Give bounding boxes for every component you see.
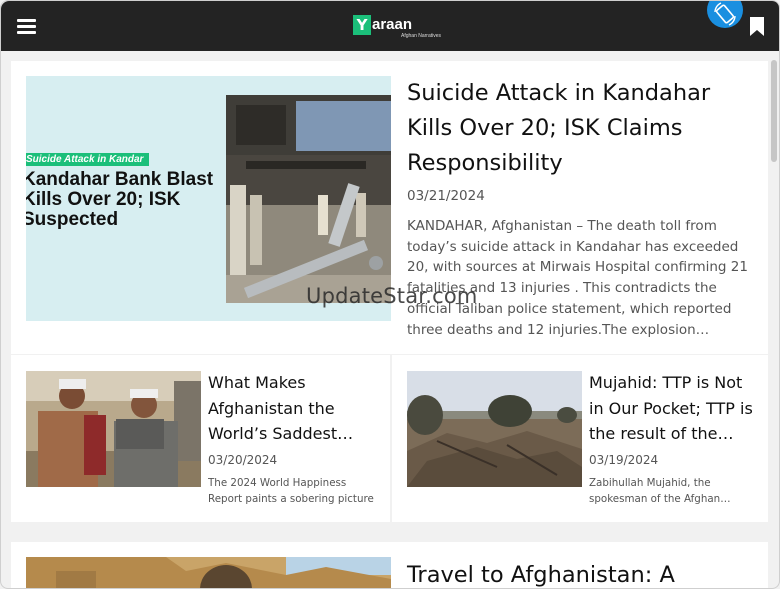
featured-article-excerpt: KANDAHAR, Afghanistan – The death toll f… [407, 218, 748, 338]
two-boys-photo [26, 371, 201, 487]
logo-tagline: Afghan Narratives [401, 33, 442, 39]
article-card-date: 03/20/2024 [208, 453, 278, 467]
page: Y araan Afghan Narratives Suicide Attack… [0, 0, 780, 589]
logo-wordmark: araan [372, 16, 413, 33]
article-card-excerpt: The 2024 World Happiness Report paints a… [208, 477, 374, 505]
bank-blast-photo [226, 95, 391, 303]
featured-article[interactable]: Travel to Afghanistan: A [11, 542, 768, 588]
article-card-excerpt: Zabihullah Mujahid, the spokesman of the… [589, 477, 731, 505]
watermark-text: UpdateStar.com [306, 284, 478, 308]
image-headline: Kandahar Bank Blast Kills Over 20; ISK S… [26, 169, 214, 230]
article-card[interactable]: What Makes Afghanistan the World’s Sadde… [11, 355, 390, 522]
screen-rotate-button[interactable] [707, 1, 743, 28]
bookmark-icon[interactable] [749, 17, 765, 40]
screen-rotate-icon [714, 2, 736, 26]
scrollbar[interactable] [769, 57, 779, 587]
featured-article-date: 03/21/2024 [407, 188, 485, 204]
featured-article-image[interactable] [26, 557, 391, 588]
cliffs-photo [26, 557, 391, 588]
article-card-image[interactable] [26, 371, 201, 487]
destroyed-village-photo [407, 371, 582, 487]
top-navigation-bar: Y araan Afghan Narratives [1, 1, 779, 51]
featured-article-title[interactable]: Travel to Afghanistan: A [407, 558, 675, 588]
featured-article-title[interactable]: Suicide Attack in Kandahar Kills Over 20… [407, 76, 747, 181]
article-card-image[interactable] [407, 371, 582, 487]
image-category-tag: Suicide Attack in Kandar [26, 153, 150, 166]
hamburger-icon[interactable] [17, 19, 36, 34]
site-logo[interactable]: Y araan Afghan Narratives [353, 15, 441, 41]
article-card-title[interactable]: Mujahid: TTP is Not in Our Pocket; TTP i… [589, 370, 754, 448]
featured-article[interactable]: Suicide Attack in Kandar Kandahar Bank B… [11, 61, 768, 354]
article-card[interactable]: Mujahid: TTP is Not in Our Pocket; TTP i… [392, 355, 768, 522]
article-card-date: 03/19/2024 [589, 453, 659, 467]
logo-mark: Y [353, 15, 371, 35]
scrollbar-thumb[interactable] [771, 60, 777, 162]
article-card-title[interactable]: What Makes Afghanistan the World’s Sadde… [208, 370, 373, 448]
